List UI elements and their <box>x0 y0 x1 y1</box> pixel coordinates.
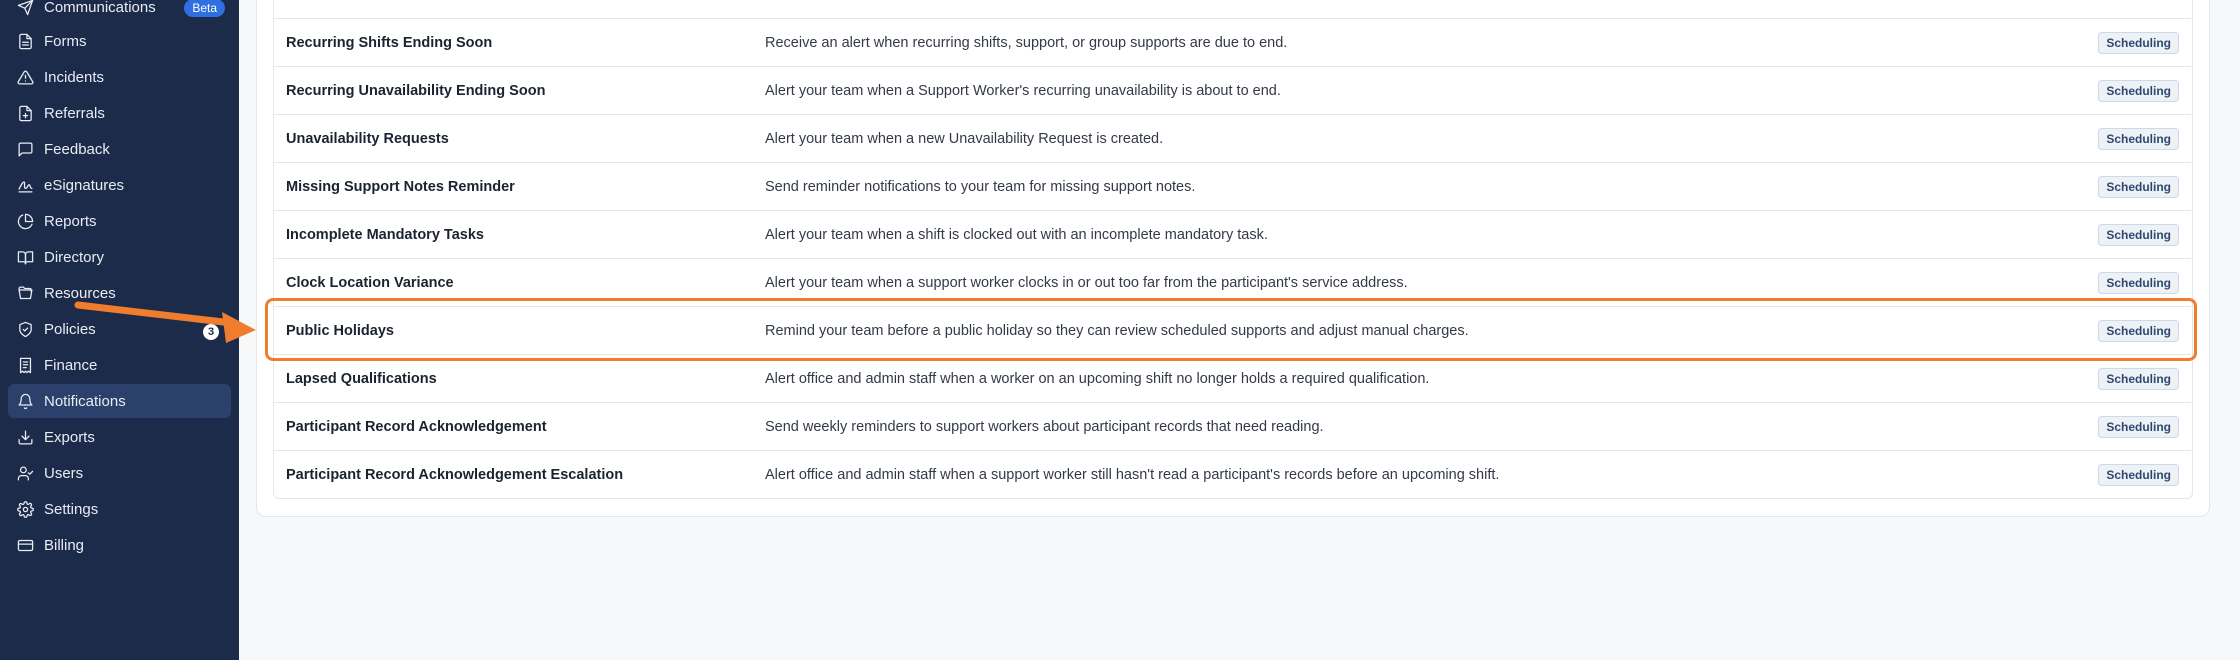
message-square-icon <box>16 140 34 158</box>
sidebar-item-label: Forms <box>44 32 87 50</box>
sidebar-item-label: Users <box>44 464 84 482</box>
sidebar-item-notifications[interactable]: Notifications <box>8 384 231 418</box>
notification-row[interactable]: Recurring Shifts Ending Soon Receive an … <box>273 18 2191 66</box>
sidebar-item-directory[interactable]: Directory <box>8 240 231 274</box>
notification-description: Alert your team when a Support Worker's … <box>765 82 1281 99</box>
sidebar-item-referrals[interactable]: Referrals <box>8 96 231 130</box>
policies-count-badge: 3 <box>203 324 219 340</box>
sidebar-item-label: Incidents <box>44 68 105 86</box>
sidebar-item-policies[interactable]: Policies <box>8 312 231 346</box>
alert-triangle-icon <box>16 68 34 86</box>
sidebar-item-label: Feedback <box>44 140 110 158</box>
gear-icon <box>16 500 34 518</box>
notification-description: Alert your team when a support worker cl… <box>765 274 1408 291</box>
category-badge: Scheduling <box>2098 223 2179 246</box>
notification-description: Send weekly reminders to support workers… <box>765 418 1324 435</box>
notification-row-public-holidays[interactable]: Public Holidays Remind your team before … <box>273 306 2191 354</box>
shield-check-icon <box>16 320 34 338</box>
notification-description: Alert office and admin staff when a work… <box>765 370 1430 387</box>
notification-name: Clock Location Variance <box>286 274 454 291</box>
notification-row[interactable]: Incomplete Mandatory Tasks Alert your te… <box>273 210 2191 258</box>
category-badge: Scheduling <box>2098 127 2179 150</box>
sidebar-item-forms[interactable]: Forms <box>8 24 231 58</box>
notification-description: Receive an alert when recurring shifts, … <box>765 34 1288 51</box>
sidebar-item-label: Communications <box>44 0 156 16</box>
sidebar-item-label: Reports <box>44 212 97 230</box>
sidebar-item-label: Settings <box>44 500 99 518</box>
beta-badge: Beta <box>184 0 225 17</box>
sidebar-item-esignatures[interactable]: eSignatures <box>8 168 231 202</box>
sidebar-item-label: Policies <box>44 320 96 338</box>
bell-icon <box>16 392 34 410</box>
category-badge: Scheduling <box>2098 31 2179 54</box>
sidebar-item-label: Notifications <box>44 392 126 410</box>
category-badge: Scheduling <box>2098 319 2179 342</box>
sidebar-item-label: Directory <box>44 248 105 266</box>
file-text-icon <box>16 32 34 50</box>
notification-description: Remind your team before a public holiday… <box>765 322 1469 339</box>
sidebar-item-exports[interactable]: Exports <box>8 420 231 454</box>
category-badge: Scheduling <box>2098 271 2179 294</box>
notification-name: Unavailability Requests <box>286 130 449 147</box>
category-badge: Scheduling <box>2098 463 2179 486</box>
sidebar-item-settings[interactable]: Settings <box>8 492 231 526</box>
notification-name: Recurring Shifts Ending Soon <box>286 34 493 51</box>
notification-description: Alert your team when a new Unavailabilit… <box>765 130 1164 147</box>
notification-row[interactable]: Lapsed Qualifications Alert office and a… <box>273 354 2191 402</box>
notification-name: Public Holidays <box>286 322 394 339</box>
signature-icon <box>16 176 34 194</box>
receipt-icon <box>16 356 34 374</box>
notification-row[interactable]: Clock Location Variance Alert your team … <box>273 258 2191 306</box>
notification-row[interactable]: Participant Record Acknowledgement Send … <box>273 402 2191 450</box>
sidebar: Communications Beta Forms Incidents Refe… <box>0 0 239 660</box>
category-badge: Scheduling <box>2098 415 2179 438</box>
sidebar-item-billing[interactable]: Billing <box>8 528 231 562</box>
credit-card-icon <box>16 536 34 554</box>
sidebar-item-feedback[interactable]: Feedback <box>8 132 231 166</box>
sidebar-item-label: Resources <box>44 284 116 302</box>
notification-name: Missing Support Notes Reminder <box>286 178 515 195</box>
notification-row[interactable]: Participant Record Acknowledgement Escal… <box>273 450 2191 498</box>
notification-row[interactable]: Recurring Unavailability Ending Soon Ale… <box>273 66 2191 114</box>
sidebar-item-label: Finance <box>44 356 98 374</box>
folder-open-icon <box>16 284 34 302</box>
book-open-icon <box>16 248 34 266</box>
users-icon <box>16 464 34 482</box>
sidebar-item-resources[interactable]: Resources <box>8 276 231 310</box>
notification-row[interactable]: Unavailability Requests Alert your team … <box>273 114 2191 162</box>
sidebar-item-label: Referrals <box>44 104 105 122</box>
pie-chart-icon <box>16 212 34 230</box>
sidebar-item-label: eSignatures <box>44 176 125 194</box>
sidebar-item-reports[interactable]: Reports <box>8 204 231 238</box>
sidebar-item-label: Exports <box>44 428 95 446</box>
category-badge: Scheduling <box>2098 367 2179 390</box>
sidebar-item-users[interactable]: Users <box>8 456 231 490</box>
sidebar-item-label: Billing <box>44 536 85 554</box>
notification-name: Lapsed Qualifications <box>286 370 437 387</box>
category-badge: Scheduling <box>2098 175 2179 198</box>
sidebar-item-communications[interactable]: Communications Beta <box>8 0 231 24</box>
notification-name: Participant Record Acknowledgement <box>286 418 547 435</box>
notification-name: Incomplete Mandatory Tasks <box>286 226 484 243</box>
notification-description: Alert your team when a shift is clocked … <box>765 226 1268 243</box>
notification-name: Recurring Unavailability Ending Soon <box>286 82 546 99</box>
notification-description: Alert office and admin staff when a supp… <box>765 466 1500 483</box>
sidebar-item-incidents[interactable]: Incidents <box>8 60 231 94</box>
sidebar-item-finance[interactable]: Finance <box>8 348 231 382</box>
notification-row[interactable]: Missing Support Notes Reminder Send remi… <box>273 162 2191 210</box>
download-icon <box>16 428 34 446</box>
send-icon <box>16 0 34 16</box>
file-plus-icon <box>16 104 34 122</box>
category-badge: Scheduling <box>2098 79 2179 102</box>
notification-name: Participant Record Acknowledgement Escal… <box>286 466 624 483</box>
notification-description: Send reminder notifications to your team… <box>765 178 1196 195</box>
